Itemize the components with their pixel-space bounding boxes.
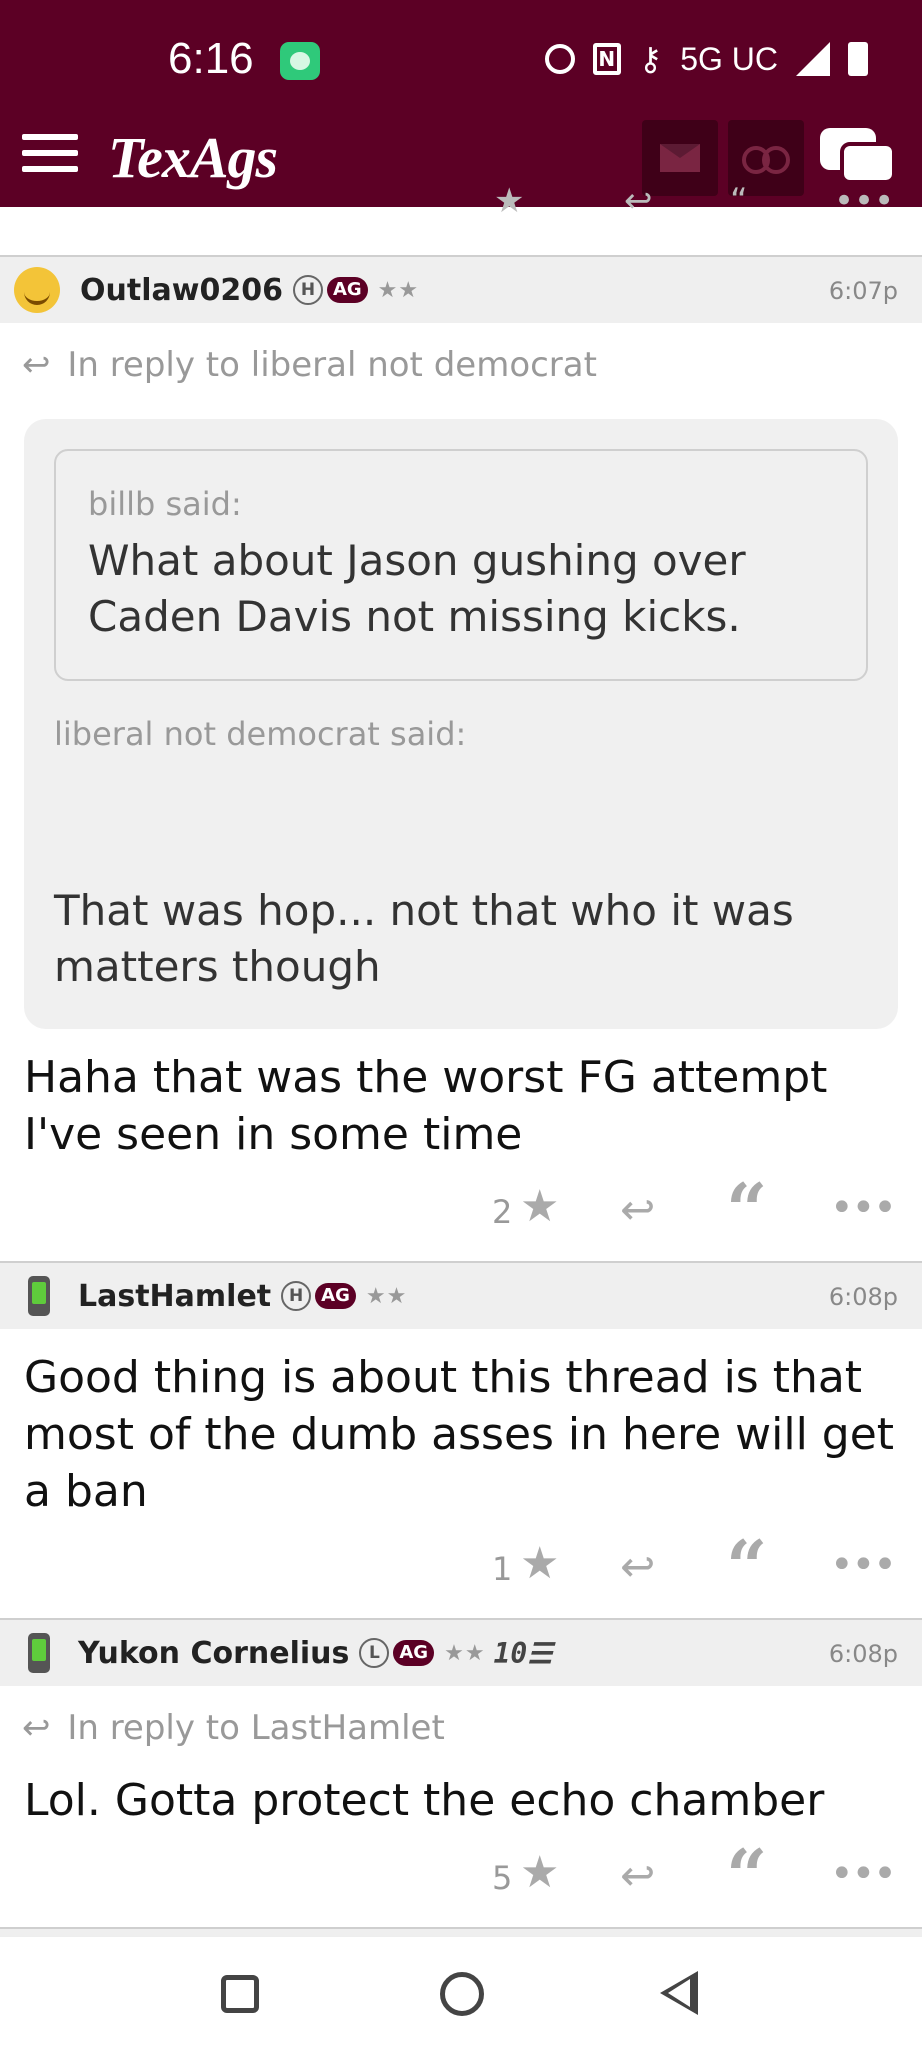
nested-quote-block: billb said: What about Jason gushing ove… [54,449,868,681]
previous-post-actions: ★ ↩ “ ••• [0,181,922,257]
post-actions: 5 ★ ↩ “ ••• [0,1829,922,1929]
mail-button[interactable] [642,120,718,196]
mail-icon [660,144,700,172]
phone-avatar[interactable] [28,1276,50,1316]
post-time: 6:07p [828,277,898,305]
ag-badge: AG [393,1640,435,1666]
nfc-icon: N [592,43,621,75]
post-header: Outlaw0206 H AG ★★ 6:07p [0,257,922,323]
post-body: Haha that was the worst FG attempt I've … [24,1052,828,1160]
quote-text: What about Jason gushing over Caden Davi… [88,536,746,641]
home-button[interactable] [440,1972,484,2016]
laughing-emoji-avatar[interactable] [14,267,60,313]
reply-icon[interactable]: ↩ [620,1185,655,1234]
post-actions: 2 ★ ↩ “ ••• [0,1163,922,1263]
member-letter-badge: H [281,1281,312,1311]
star-count: 2 [492,1193,513,1231]
signal-icon [796,42,830,76]
username[interactable]: Outlaw0206 [80,273,283,308]
reply-to-text: In reply to LastHamlet [67,1708,445,1748]
star-count: 5 [492,1859,513,1897]
back-button[interactable] [660,1971,698,2015]
member-letter-badge: L [359,1638,390,1668]
post-header: Yukon Cornelius L AG ★★ 10☰ 6:08p [0,1620,922,1686]
binoculars-icon [742,146,790,174]
alarm-icon [544,44,575,74]
phone-avatar[interactable] [28,1633,50,1673]
app-root: 6:16 N ⚷ 5G UC TexAgs ★ ↩ “ ••• Outlaw02… [0,0,922,2048]
quote-author: liberal not democrat said: [54,715,467,753]
android-nav-bar [0,1936,922,2048]
quote-block: billb said: What about Jason gushing ove… [24,419,898,1029]
rank-stars: ★★ [365,1283,408,1309]
reply-to-link[interactable]: ↩ In reply to liberal not democrat [0,323,922,419]
ag-badge: AG [326,277,368,303]
post-body: Lol. Gotta protect the echo chamber [24,1775,825,1826]
key-icon: ⚷ [638,40,663,78]
app-header: TexAgs [0,120,922,207]
more-icon[interactable]: ••• [830,1851,897,1897]
post: Yukon Cornelius L AG ★★ 10☰ 6:08p ↩ In r… [0,1620,922,1929]
star-icon[interactable]: ★ [520,1847,559,1898]
member-letter-badge: H [292,275,323,305]
thread-feed: ★ ↩ “ ••• Outlaw0206 H AG ★★ 6:07p ↩ In … [0,181,922,1969]
reply-arrow-icon: ↩ [22,1708,51,1748]
post-header: LastHamlet H AG ★★ 6:08p [0,1263,922,1329]
status-time: 6:16 [168,34,254,83]
ag-badge: AG [315,1283,356,1309]
texags-logo[interactable]: TexAgs [108,124,278,191]
quote-text: That was hop... not that who it was matt… [54,886,794,991]
recents-button[interactable] [221,1975,259,2013]
post-actions: 1 ★ ↩ “ ••• [0,1520,922,1620]
reply-to-text: In reply to liberal not democrat [67,345,597,385]
post-body: Good thing is about this thread is that … [24,1352,895,1517]
menu-icon[interactable] [22,130,78,176]
quote-icon[interactable]: “ [726,1833,767,1918]
status-icons: N ⚷ 5G UC [544,40,868,78]
top-bar: 6:16 N ⚷ 5G UC TexAgs [0,0,922,207]
star-icon[interactable]: ★ [520,1538,559,1589]
quote-icon[interactable]: “ [726,1167,767,1252]
quote-icon[interactable]: “ [726,1524,767,1609]
quote-author: billb said: [88,485,242,523]
reply-icon[interactable]: ↩ [620,1542,655,1591]
messages-app-icon [280,42,320,80]
post-time: 6:08p [828,1283,898,1311]
rank-stars: ★★ [377,277,420,303]
reply-arrow-icon: ↩ [22,345,51,385]
username[interactable]: Yukon Cornelius [78,1636,349,1671]
star-icon[interactable]: ★ [494,181,524,221]
more-icon[interactable]: ••• [830,1542,897,1588]
quote-icon[interactable]: “ [730,181,748,221]
rank-ten-badge: 10☰ [493,1636,553,1670]
reply-to-link[interactable]: ↩ In reply to LastHamlet [0,1686,922,1762]
username[interactable]: LastHamlet [78,1279,271,1314]
rank-stars: ★★ [444,1640,486,1666]
network-label: 5G UC [680,40,778,77]
more-icon[interactable]: ••• [830,1185,897,1231]
post-time: 6:08p [828,1640,898,1668]
post: Outlaw0206 H AG ★★ 6:07p ↩ In reply to l… [0,257,922,1263]
reply-icon[interactable]: ↩ [624,181,653,221]
post: LastHamlet H AG ★★ 6:08p Good thing is a… [0,1263,922,1620]
more-icon[interactable]: ••• [834,181,894,221]
status-bar: 6:16 N ⚷ 5G UC [0,0,922,120]
star-icon[interactable]: ★ [520,1181,559,1232]
star-count: 1 [492,1550,513,1588]
reply-icon[interactable]: ↩ [620,1851,655,1900]
battery-icon [848,42,868,76]
